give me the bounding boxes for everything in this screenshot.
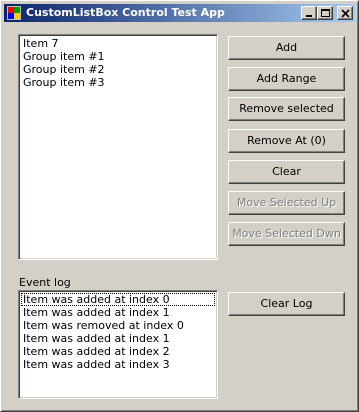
- log-entry[interactable]: Item was added at index 2: [21, 345, 217, 358]
- event-log-label: Event log: [19, 276, 71, 289]
- items-listbox[interactable]: Item 7 Group item #1 Group item #2 Group…: [18, 34, 218, 260]
- move-up-button[interactable]: Move Selected Up: [228, 191, 345, 215]
- title-bar[interactable]: CustomListBox Control Test App: [4, 4, 355, 22]
- app-icon: [7, 6, 21, 20]
- add-button[interactable]: Add: [228, 36, 345, 60]
- window-title: CustomListBox Control Test App: [26, 6, 225, 19]
- log-entry[interactable]: Item was added at index 1: [21, 306, 217, 319]
- list-item[interactable]: Group item #2: [21, 63, 217, 76]
- add-range-button[interactable]: Add Range: [228, 67, 345, 91]
- close-button[interactable]: [337, 6, 353, 20]
- maximize-icon: [321, 9, 330, 17]
- log-entry[interactable]: Item was added at index 0: [21, 293, 215, 306]
- remove-selected-button[interactable]: Remove selected: [228, 97, 345, 121]
- event-log-list: Item was added at index 0 Item was added…: [19, 291, 217, 371]
- maximize-button[interactable]: [317, 6, 333, 20]
- log-entry[interactable]: Item was added at index 3: [21, 358, 217, 371]
- log-entry[interactable]: Item was removed at index 0: [21, 319, 217, 332]
- app-window: CustomListBox Control Test App Item 7 Gr…: [0, 0, 359, 412]
- list-item[interactable]: Group item #3: [21, 76, 217, 89]
- clear-log-button[interactable]: Clear Log: [228, 292, 345, 316]
- minimize-icon: [306, 15, 312, 17]
- close-icon: [341, 9, 350, 18]
- log-entry[interactable]: Item was added at index 1: [21, 332, 217, 345]
- remove-at-button[interactable]: Remove At (0): [228, 129, 345, 153]
- minimize-button[interactable]: [301, 6, 317, 20]
- event-log-listbox[interactable]: Item was added at index 0 Item was added…: [18, 290, 218, 399]
- move-down-button[interactable]: Move Selected Dwn: [228, 222, 345, 246]
- items-list: Item 7 Group item #1 Group item #2 Group…: [19, 35, 217, 89]
- clear-button[interactable]: Clear: [228, 160, 345, 184]
- list-item[interactable]: Item 7: [21, 37, 217, 50]
- list-item[interactable]: Group item #1: [21, 50, 217, 63]
